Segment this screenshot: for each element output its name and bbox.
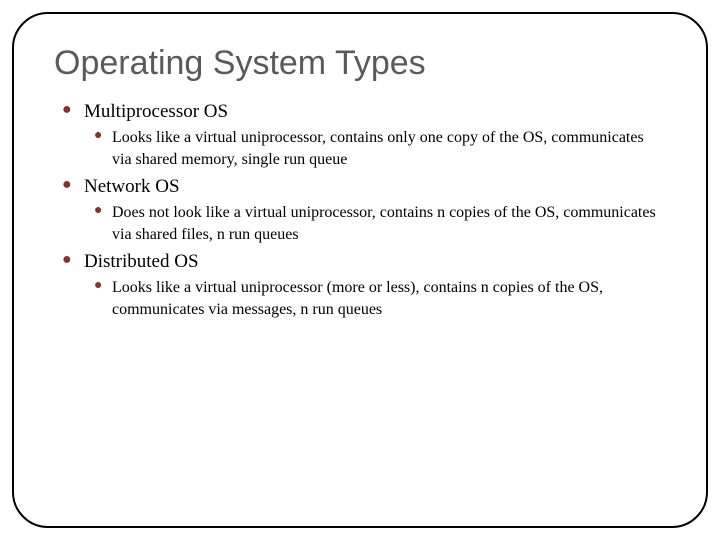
list-subitem-label: Does not look like a virtual uniprocesso… (112, 202, 666, 245)
slide-title: Operating System Types (54, 44, 666, 83)
bullet-icon: ● (94, 202, 112, 219)
list-subitem: ● Looks like a virtual uniprocessor, con… (94, 127, 666, 170)
bullet-icon: ● (62, 176, 80, 194)
list-item: ● Multiprocessor OS (62, 101, 666, 123)
bullet-icon: ● (94, 127, 112, 144)
list-item: ● Network OS (62, 176, 666, 198)
list-subitem: ● Looks like a virtual uniprocessor (mor… (94, 277, 666, 320)
list-item: ● Distributed OS (62, 251, 666, 273)
slide-frame: Operating System Types ● Multiprocessor … (12, 12, 708, 528)
list-subitem-label: Looks like a virtual uniprocessor, conta… (112, 127, 666, 170)
list-subitem-label: Looks like a virtual uniprocessor (more … (112, 277, 666, 320)
list-subitem: ● Does not look like a virtual uniproces… (94, 202, 666, 245)
list-item-label: Distributed OS (84, 251, 199, 272)
list-item-label: Network OS (84, 176, 180, 197)
bullet-icon: ● (62, 101, 80, 119)
bullet-icon: ● (62, 251, 80, 269)
list-item-label: Multiprocessor OS (84, 101, 228, 122)
bullet-icon: ● (94, 277, 112, 294)
